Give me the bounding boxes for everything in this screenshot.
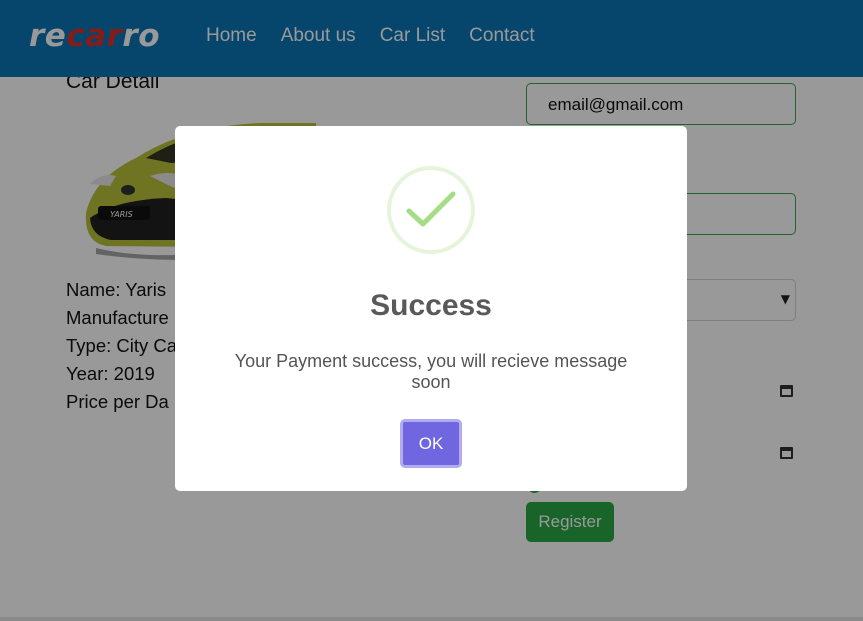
check-icon [387,166,475,254]
dialog-message: Your Payment success, you will recieve m… [234,351,628,392]
success-dialog: Success Your Payment success, you will r… [175,126,687,491]
ok-button[interactable]: OK [400,419,462,468]
dialog-title: Success [370,289,492,322]
